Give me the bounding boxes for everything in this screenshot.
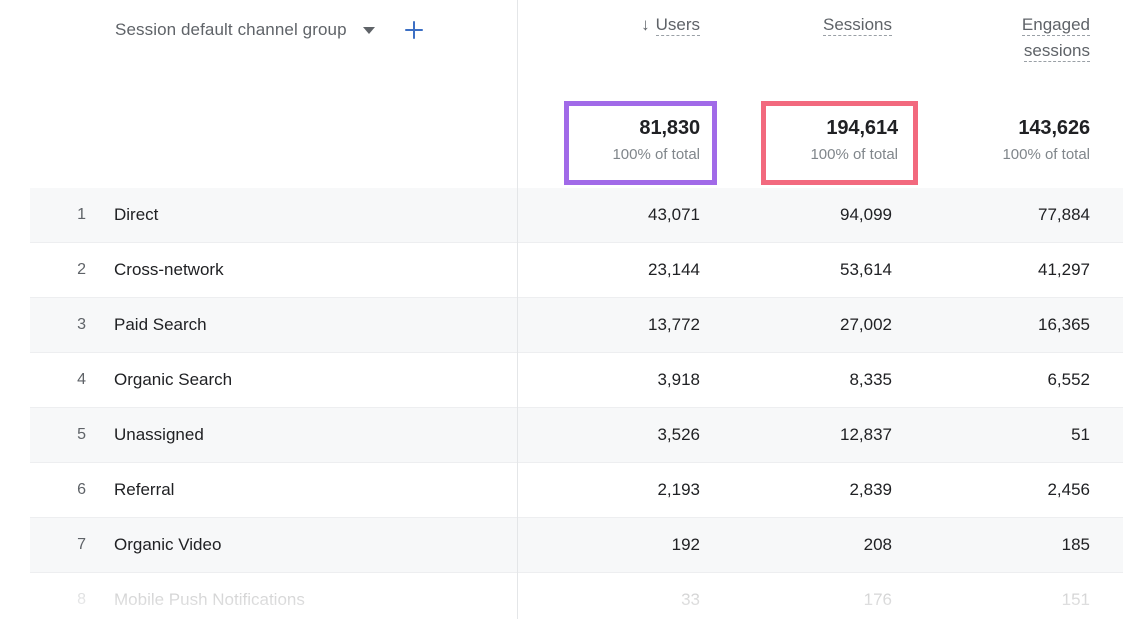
table-row[interactable]: 5 Unassigned 3,526 12,837 51 — [30, 408, 1123, 463]
row-index: 7 — [77, 536, 86, 553]
row-metric-engaged-sessions: 51 — [1071, 425, 1090, 444]
row-dimension-label[interactable]: Paid Search — [114, 298, 207, 352]
column-header-engaged-line2: sessions — [1023, 41, 1090, 62]
total-subtext-users: 100% of total — [612, 146, 700, 163]
row-metric-users: 3,918 — [657, 370, 700, 389]
row-dimension-label[interactable]: Organic Video — [114, 518, 221, 572]
row-metric-engaged-sessions: 6,552 — [1047, 370, 1090, 389]
total-cell-sessions: 194,614 100% of total — [748, 96, 898, 165]
column-header-sessions-label: Sessions — [823, 15, 892, 36]
row-dimension-label[interactable]: Referral — [114, 463, 174, 517]
column-header-users[interactable]: ↓ Users — [560, 12, 700, 38]
table-row[interactable]: 8 Mobile Push Notifications 33 176 151 — [30, 573, 1123, 628]
column-header-sessions[interactable]: Sessions — [740, 12, 892, 38]
table-row[interactable]: 1 Direct 43,071 94,099 77,884 — [30, 188, 1123, 243]
row-index: 6 — [77, 481, 86, 498]
table-row[interactable]: 2 Cross-network 23,144 53,614 41,297 — [30, 243, 1123, 298]
total-value-users: 81,830 — [639, 117, 700, 139]
column-header-engaged-line1: Engaged — [1021, 15, 1090, 36]
row-dimension-label[interactable]: Cross-network — [114, 243, 224, 297]
table-row[interactable]: 4 Organic Search 3,918 8,335 6,552 — [30, 353, 1123, 408]
total-value-sessions: 194,614 — [826, 117, 898, 139]
table-totals-row: 81,830 100% of total 194,614 100% of tot… — [0, 96, 1146, 188]
column-header-engaged-sessions[interactable]: Engaged sessions — [940, 12, 1090, 64]
row-metric-sessions: 94,099 — [840, 205, 892, 224]
row-metric-users: 3,526 — [657, 425, 700, 444]
row-metric-sessions: 208 — [863, 535, 892, 554]
row-index: 4 — [77, 371, 86, 388]
row-metric-users: 23,144 — [648, 260, 700, 279]
total-value-engaged-sessions: 143,626 — [1018, 117, 1090, 139]
row-dimension-label[interactable]: Organic Search — [114, 353, 232, 407]
plus-icon[interactable] — [403, 19, 425, 41]
row-metric-users: 13,772 — [648, 315, 700, 334]
arrow-down-icon: ↓ — [641, 15, 650, 34]
total-cell-engaged-sessions: 143,626 100% of total — [940, 96, 1090, 165]
chevron-down-icon[interactable] — [362, 26, 375, 34]
table-header-row: Session default channel group ↓ Users Ses… — [0, 0, 1146, 96]
table-row[interactable]: 3 Paid Search 13,772 27,002 16,365 — [30, 298, 1123, 353]
row-metric-engaged-sessions: 2,456 — [1047, 480, 1090, 499]
row-metric-engaged-sessions: 41,297 — [1038, 260, 1090, 279]
row-metric-sessions: 8,335 — [849, 370, 892, 389]
row-metric-engaged-sessions: 185 — [1061, 535, 1090, 554]
row-metric-sessions: 12,837 — [840, 425, 892, 444]
row-dimension-label[interactable]: Unassigned — [114, 408, 204, 462]
row-index: 5 — [77, 426, 86, 443]
row-metric-users: 2,193 — [657, 480, 700, 499]
table-body: 1 Direct 43,071 94,099 77,884 2 Cross-network 2… — [0, 188, 1146, 628]
table-row[interactable]: 7 Organic Video 192 208 185 — [30, 518, 1123, 573]
row-metric-engaged-sessions: 16,365 — [1038, 315, 1090, 334]
table-row[interactable]: 6 Referral 2,193 2,839 2,456 — [30, 463, 1123, 518]
row-index: 1 — [77, 206, 86, 223]
total-cell-users: 81,830 100% of total — [550, 96, 700, 165]
row-index: 2 — [77, 261, 86, 278]
row-index: 3 — [77, 316, 86, 333]
row-dimension-label[interactable]: Direct — [114, 188, 158, 242]
total-subtext-engaged-sessions: 100% of total — [1002, 146, 1090, 163]
dimension-header-label[interactable]: Session default channel group — [115, 20, 347, 40]
row-metric-engaged-sessions: 77,884 — [1038, 205, 1090, 224]
row-metric-sessions: 27,002 — [840, 315, 892, 334]
column-header-users-label: Users — [655, 15, 700, 36]
column-divider — [517, 0, 518, 619]
total-subtext-sessions: 100% of total — [810, 146, 898, 163]
row-metric-sessions: 2,839 — [849, 480, 892, 499]
row-metric-sessions: 53,614 — [840, 260, 892, 279]
dimension-header-cell: Session default channel group — [30, 0, 517, 96]
analytics-data-table: Session default channel group ↓ Users Ses… — [0, 0, 1146, 628]
row-metric-users: 43,071 — [648, 205, 700, 224]
row-metric-users: 192 — [671, 535, 700, 554]
